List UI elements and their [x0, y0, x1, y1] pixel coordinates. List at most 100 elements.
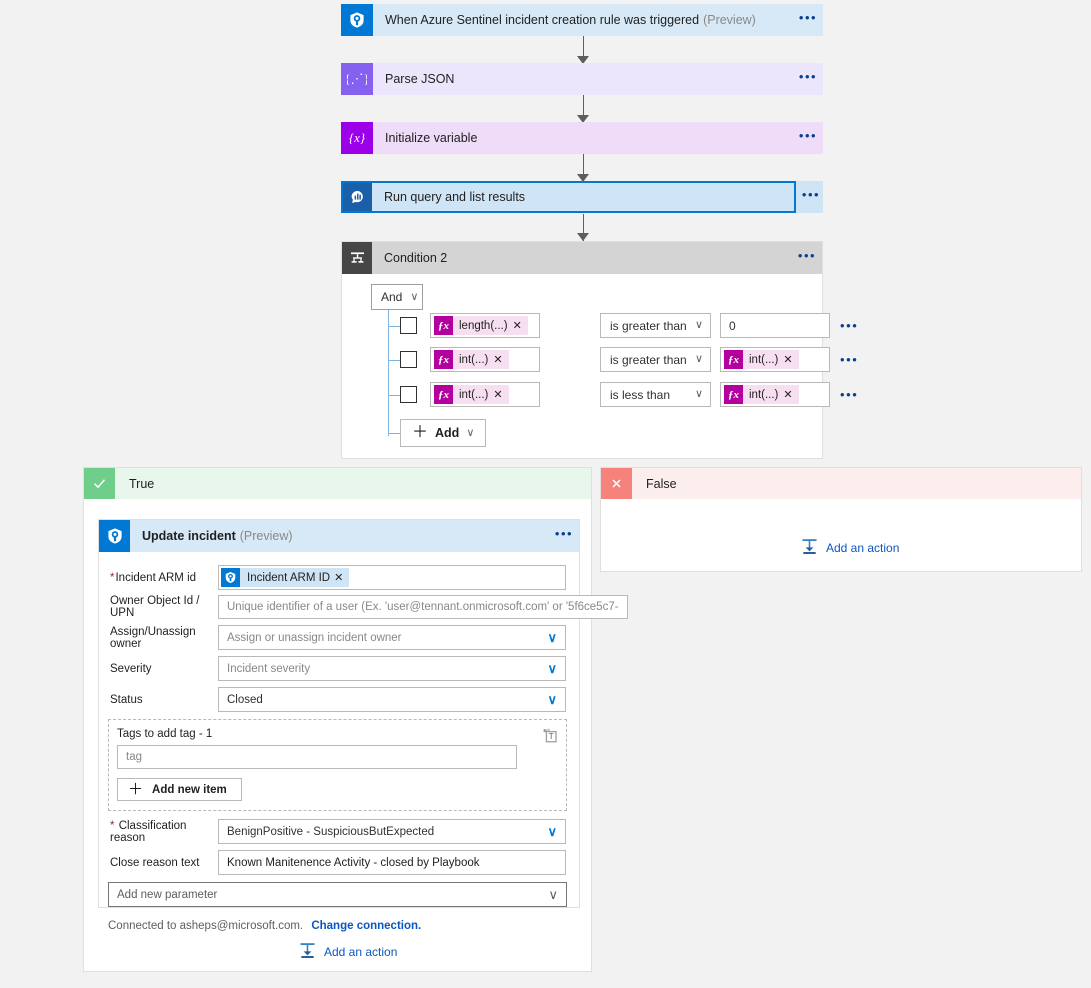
condition-add-label: Add: [435, 426, 460, 440]
condition-icon: [342, 242, 372, 274]
token-remove-icon[interactable]: ✕: [493, 388, 508, 401]
condition-right-operand[interactable]: ƒx int(...) ✕: [720, 347, 830, 372]
token-label: int(...): [749, 388, 779, 401]
status-dropdown[interactable]: Closed ∨: [218, 687, 566, 712]
condition-row-menu-button[interactable]: •••: [840, 388, 858, 401]
tag-item-input[interactable]: tag: [117, 745, 517, 769]
flow-step-trigger[interactable]: When Azure Sentinel incident creation ru…: [341, 4, 823, 36]
condition-right-operand[interactable]: ƒx int(...) ✕: [720, 382, 830, 407]
flow-step-menu-button[interactable]: •••: [793, 63, 823, 95]
token-remove-icon[interactable]: ✕: [493, 353, 508, 366]
token-remove-icon[interactable]: ✕: [334, 571, 349, 584]
condition-row-menu-button[interactable]: •••: [840, 353, 858, 366]
branch-false-label: False: [646, 476, 677, 491]
condition-operator-dropdown[interactable]: is greater than ∨: [600, 347, 711, 372]
dropdown-value: BenignPositive - SuspiciousButExpected: [227, 825, 435, 838]
condition-row-checkbox[interactable]: [400, 351, 417, 368]
chevron-down-icon: ∨: [548, 887, 558, 902]
chevron-down-icon: ∨: [694, 388, 703, 400]
branch-true-add-action[interactable]: Add an action: [299, 942, 397, 962]
condition-scope: Condition 2 ••• And ∨ ƒx length(...) ✕ i…: [341, 241, 857, 459]
change-connection-link[interactable]: Change connection.: [311, 920, 421, 932]
classification-reason-dropdown[interactable]: BenignPositive - SuspiciousButExpected ∨: [218, 819, 566, 844]
condition-menu-button[interactable]: •••: [792, 242, 822, 274]
condition-operator-dropdown[interactable]: is greater than ∨: [600, 313, 711, 338]
condition-operator-value: is greater than: [610, 318, 687, 333]
update-incident-menu-button[interactable]: •••: [549, 520, 579, 552]
chevron-down-icon: ∨: [547, 661, 557, 676]
field-label-text: Classification reason: [110, 819, 187, 844]
condition-row-menu-button[interactable]: •••: [840, 319, 858, 332]
add-new-item-label: Add new item: [152, 783, 227, 796]
condition-row-checkbox[interactable]: [400, 386, 417, 403]
field-severity: Severity Incident severity ∨: [110, 656, 566, 681]
field-incident-arm-id: *Incident ARM id Incident ARM ID ✕: [110, 565, 566, 590]
condition-row: ƒx int(...) ✕ is less than ∨ ƒx int(...)…: [400, 382, 857, 407]
expression-token[interactable]: ƒx int(...) ✕: [434, 385, 509, 404]
expression-token[interactable]: ƒx int(...) ✕: [724, 350, 799, 369]
flow-step-run-query[interactable]: Run query and list results: [341, 181, 796, 213]
azure-sentinel-icon: [221, 568, 240, 587]
field-label: Status: [110, 693, 143, 706]
update-incident-header[interactable]: Update incident (Preview) •••: [99, 520, 579, 552]
field-status: Status Closed ∨: [110, 687, 566, 712]
token-label: int(...): [459, 388, 489, 401]
required-asterisk: *: [110, 819, 115, 832]
field-label: Close reason text: [110, 856, 200, 869]
field-owner-object-id: Owner Object Id / UPN Unique identifier …: [110, 595, 628, 619]
flow-step-run-query-menu-button[interactable]: •••: [796, 181, 826, 213]
flow-step-menu-button[interactable]: •••: [793, 4, 823, 36]
flow-step-label: Parse JSON: [385, 72, 455, 86]
update-incident-title: Update incident (Preview): [130, 520, 549, 552]
field-classification-reason: * Classification reason BenignPositive -…: [110, 819, 566, 844]
flow-step-title: Initialize variable: [373, 122, 793, 154]
condition-add-button[interactable]: ＋ Add ∨: [400, 419, 487, 447]
add-action-label: Add an action: [324, 945, 398, 959]
token-remove-icon[interactable]: ✕: [513, 319, 528, 332]
condition-left-operand[interactable]: ƒx length(...) ✕: [430, 313, 540, 338]
chevron-down-icon: ∨: [694, 353, 703, 365]
connection-text: Connected to asheps@microsoft.com.: [108, 920, 304, 932]
fx-icon: ƒx: [434, 316, 453, 335]
branch-false-add-action[interactable]: Add an action: [801, 538, 899, 558]
severity-dropdown[interactable]: Incident severity ∨: [218, 656, 566, 681]
close-reason-text-input[interactable]: Known Manitenence Activity - closed by P…: [218, 850, 566, 875]
dynamic-content-token[interactable]: Incident ARM ID ✕: [221, 568, 350, 587]
add-action-icon: [299, 942, 316, 962]
flow-step-parse-json[interactable]: {⋰} Parse JSON •••: [341, 63, 823, 95]
expression-token[interactable]: ƒx int(...) ✕: [724, 385, 799, 404]
token-remove-icon[interactable]: ✕: [783, 353, 798, 366]
owner-object-id-input[interactable]: Unique identifier of a user (Ex. 'user@t…: [218, 595, 628, 619]
flow-step-label: Initialize variable: [385, 131, 478, 145]
assign-unassign-owner-dropdown[interactable]: Assign or unassign incident owner ∨: [218, 625, 566, 650]
add-action-icon: [801, 538, 818, 558]
tags-section: Tags to add tag - 1 T tag ＋ Add new item: [108, 719, 567, 811]
flow-step-title: Run query and list results: [372, 183, 794, 211]
condition-left-operand[interactable]: ƒx int(...) ✕: [430, 347, 540, 372]
add-new-parameter-dropdown[interactable]: Add new parameter ∨: [108, 882, 567, 907]
condition-row-checkbox[interactable]: [400, 317, 417, 334]
token-label: length(...): [459, 319, 508, 332]
add-new-item-button[interactable]: ＋ Add new item: [117, 778, 242, 801]
condition-header[interactable]: Condition 2 •••: [342, 242, 822, 274]
fx-icon: ƒx: [434, 385, 453, 404]
condition-right-operand[interactable]: 0: [720, 313, 830, 338]
incident-arm-id-input[interactable]: Incident ARM ID ✕: [218, 565, 566, 590]
branch-false: False Add an action: [600, 467, 1082, 572]
update-incident-body: *Incident ARM id Incident ARM ID ✕ Owner…: [99, 552, 628, 932]
condition-operator-dropdown[interactable]: is less than ∨: [600, 382, 711, 407]
svg-text:{⋰}: {⋰}: [347, 71, 367, 86]
logic-operator-dropdown[interactable]: And ∨: [371, 284, 423, 310]
condition-left-operand[interactable]: ƒx int(...) ✕: [430, 382, 540, 407]
field-assign-unassign-owner: Assign/Unassign owner Assign or unassign…: [110, 625, 566, 650]
expression-token[interactable]: ƒx int(...) ✕: [434, 350, 509, 369]
token-remove-icon[interactable]: ✕: [783, 388, 798, 401]
expression-token[interactable]: ƒx length(...) ✕: [434, 316, 528, 335]
dropdown-value: Closed: [227, 693, 263, 706]
update-incident-label: Update incident: [142, 529, 236, 543]
field-label: Assign/Unassign owner: [110, 625, 196, 650]
flow-step-menu-button[interactable]: •••: [793, 122, 823, 154]
delete-icon[interactable]: T: [543, 728, 557, 746]
condition-operator-value: is greater than: [610, 352, 687, 367]
flow-step-initialize-variable[interactable]: {x} Initialize variable •••: [341, 122, 823, 154]
